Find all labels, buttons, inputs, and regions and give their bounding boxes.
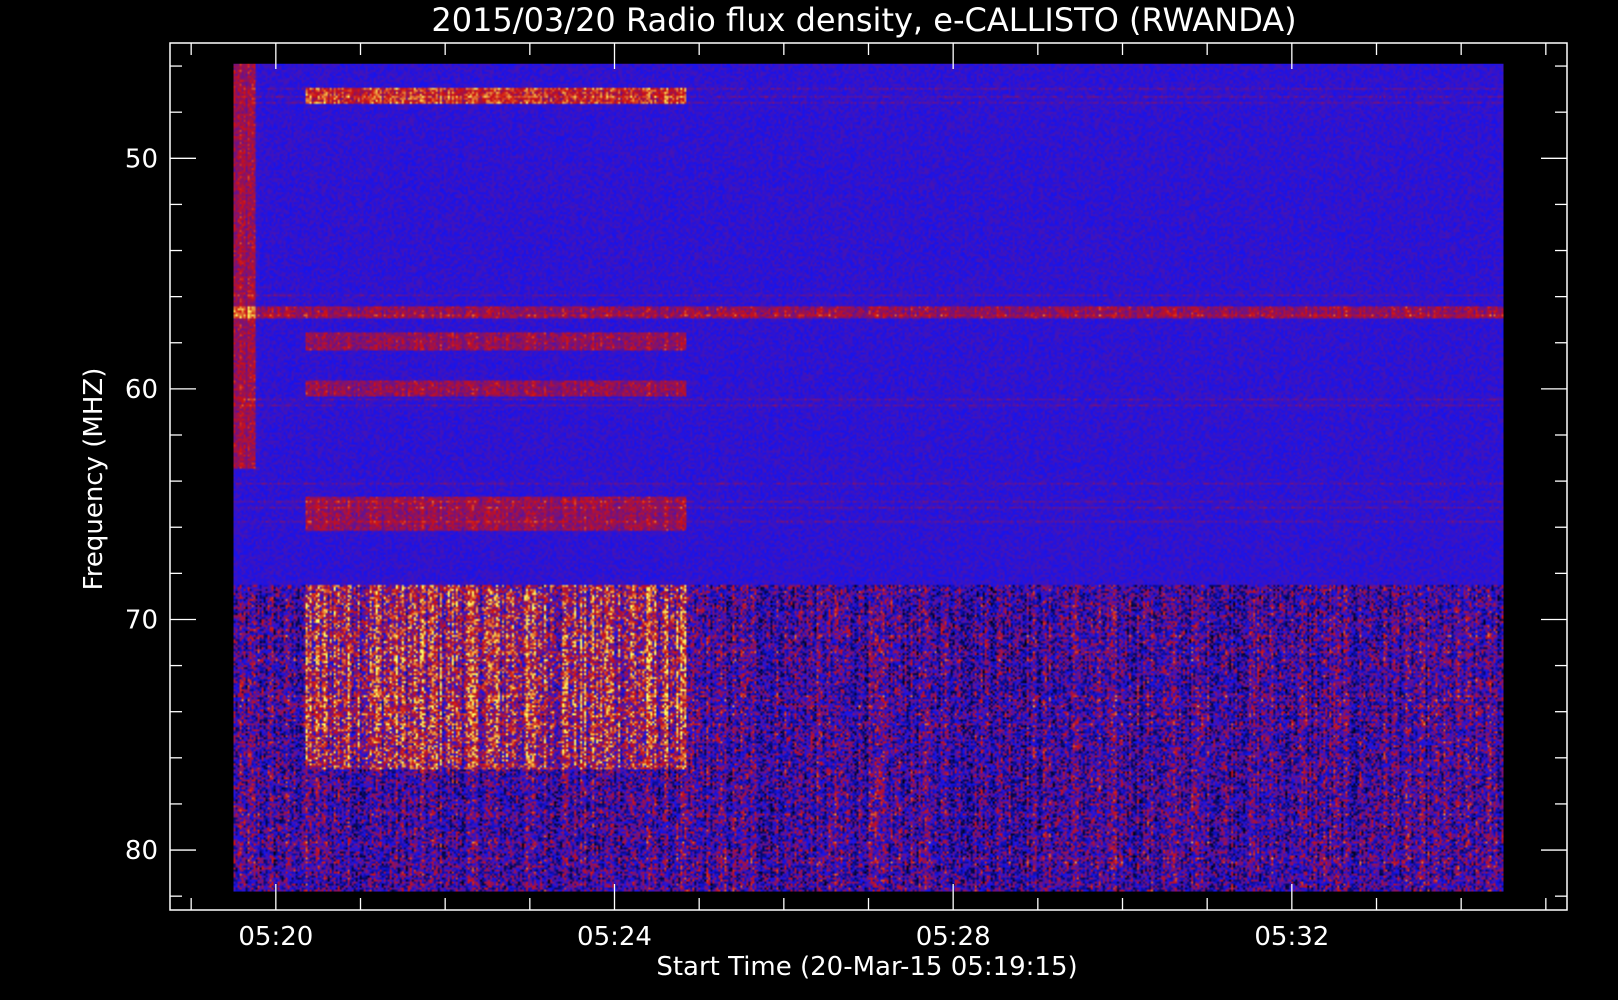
x-tick-label: 05:32 <box>1254 922 1329 952</box>
y-tick-label: 80 <box>125 836 158 866</box>
y-tick-labels: 50 60 70 80 <box>125 144 158 866</box>
x-tick-labels: 05:20 05:24 05:28 05:32 <box>238 922 1329 952</box>
chart-title: 2015/03/20 Radio flux density, e-CALLIST… <box>431 1 1296 39</box>
x-tick-label: 05:24 <box>577 922 652 952</box>
spectrogram-chart: 2015/03/20 Radio flux density, e-CALLIST… <box>79 1 1568 982</box>
x-axis-label: Start Time (20-Mar-15 05:19:15) <box>656 952 1077 982</box>
heatmap-image <box>233 63 1504 892</box>
x-tick-label: 05:28 <box>916 922 991 952</box>
plot-area <box>169 42 1568 911</box>
y-tick-label: 50 <box>125 144 158 174</box>
y-tick-label: 60 <box>125 375 158 405</box>
y-tick-label: 70 <box>125 605 158 635</box>
x-tick-label: 05:20 <box>238 922 313 952</box>
y-axis-label: Frequency (MHZ) <box>79 368 109 591</box>
